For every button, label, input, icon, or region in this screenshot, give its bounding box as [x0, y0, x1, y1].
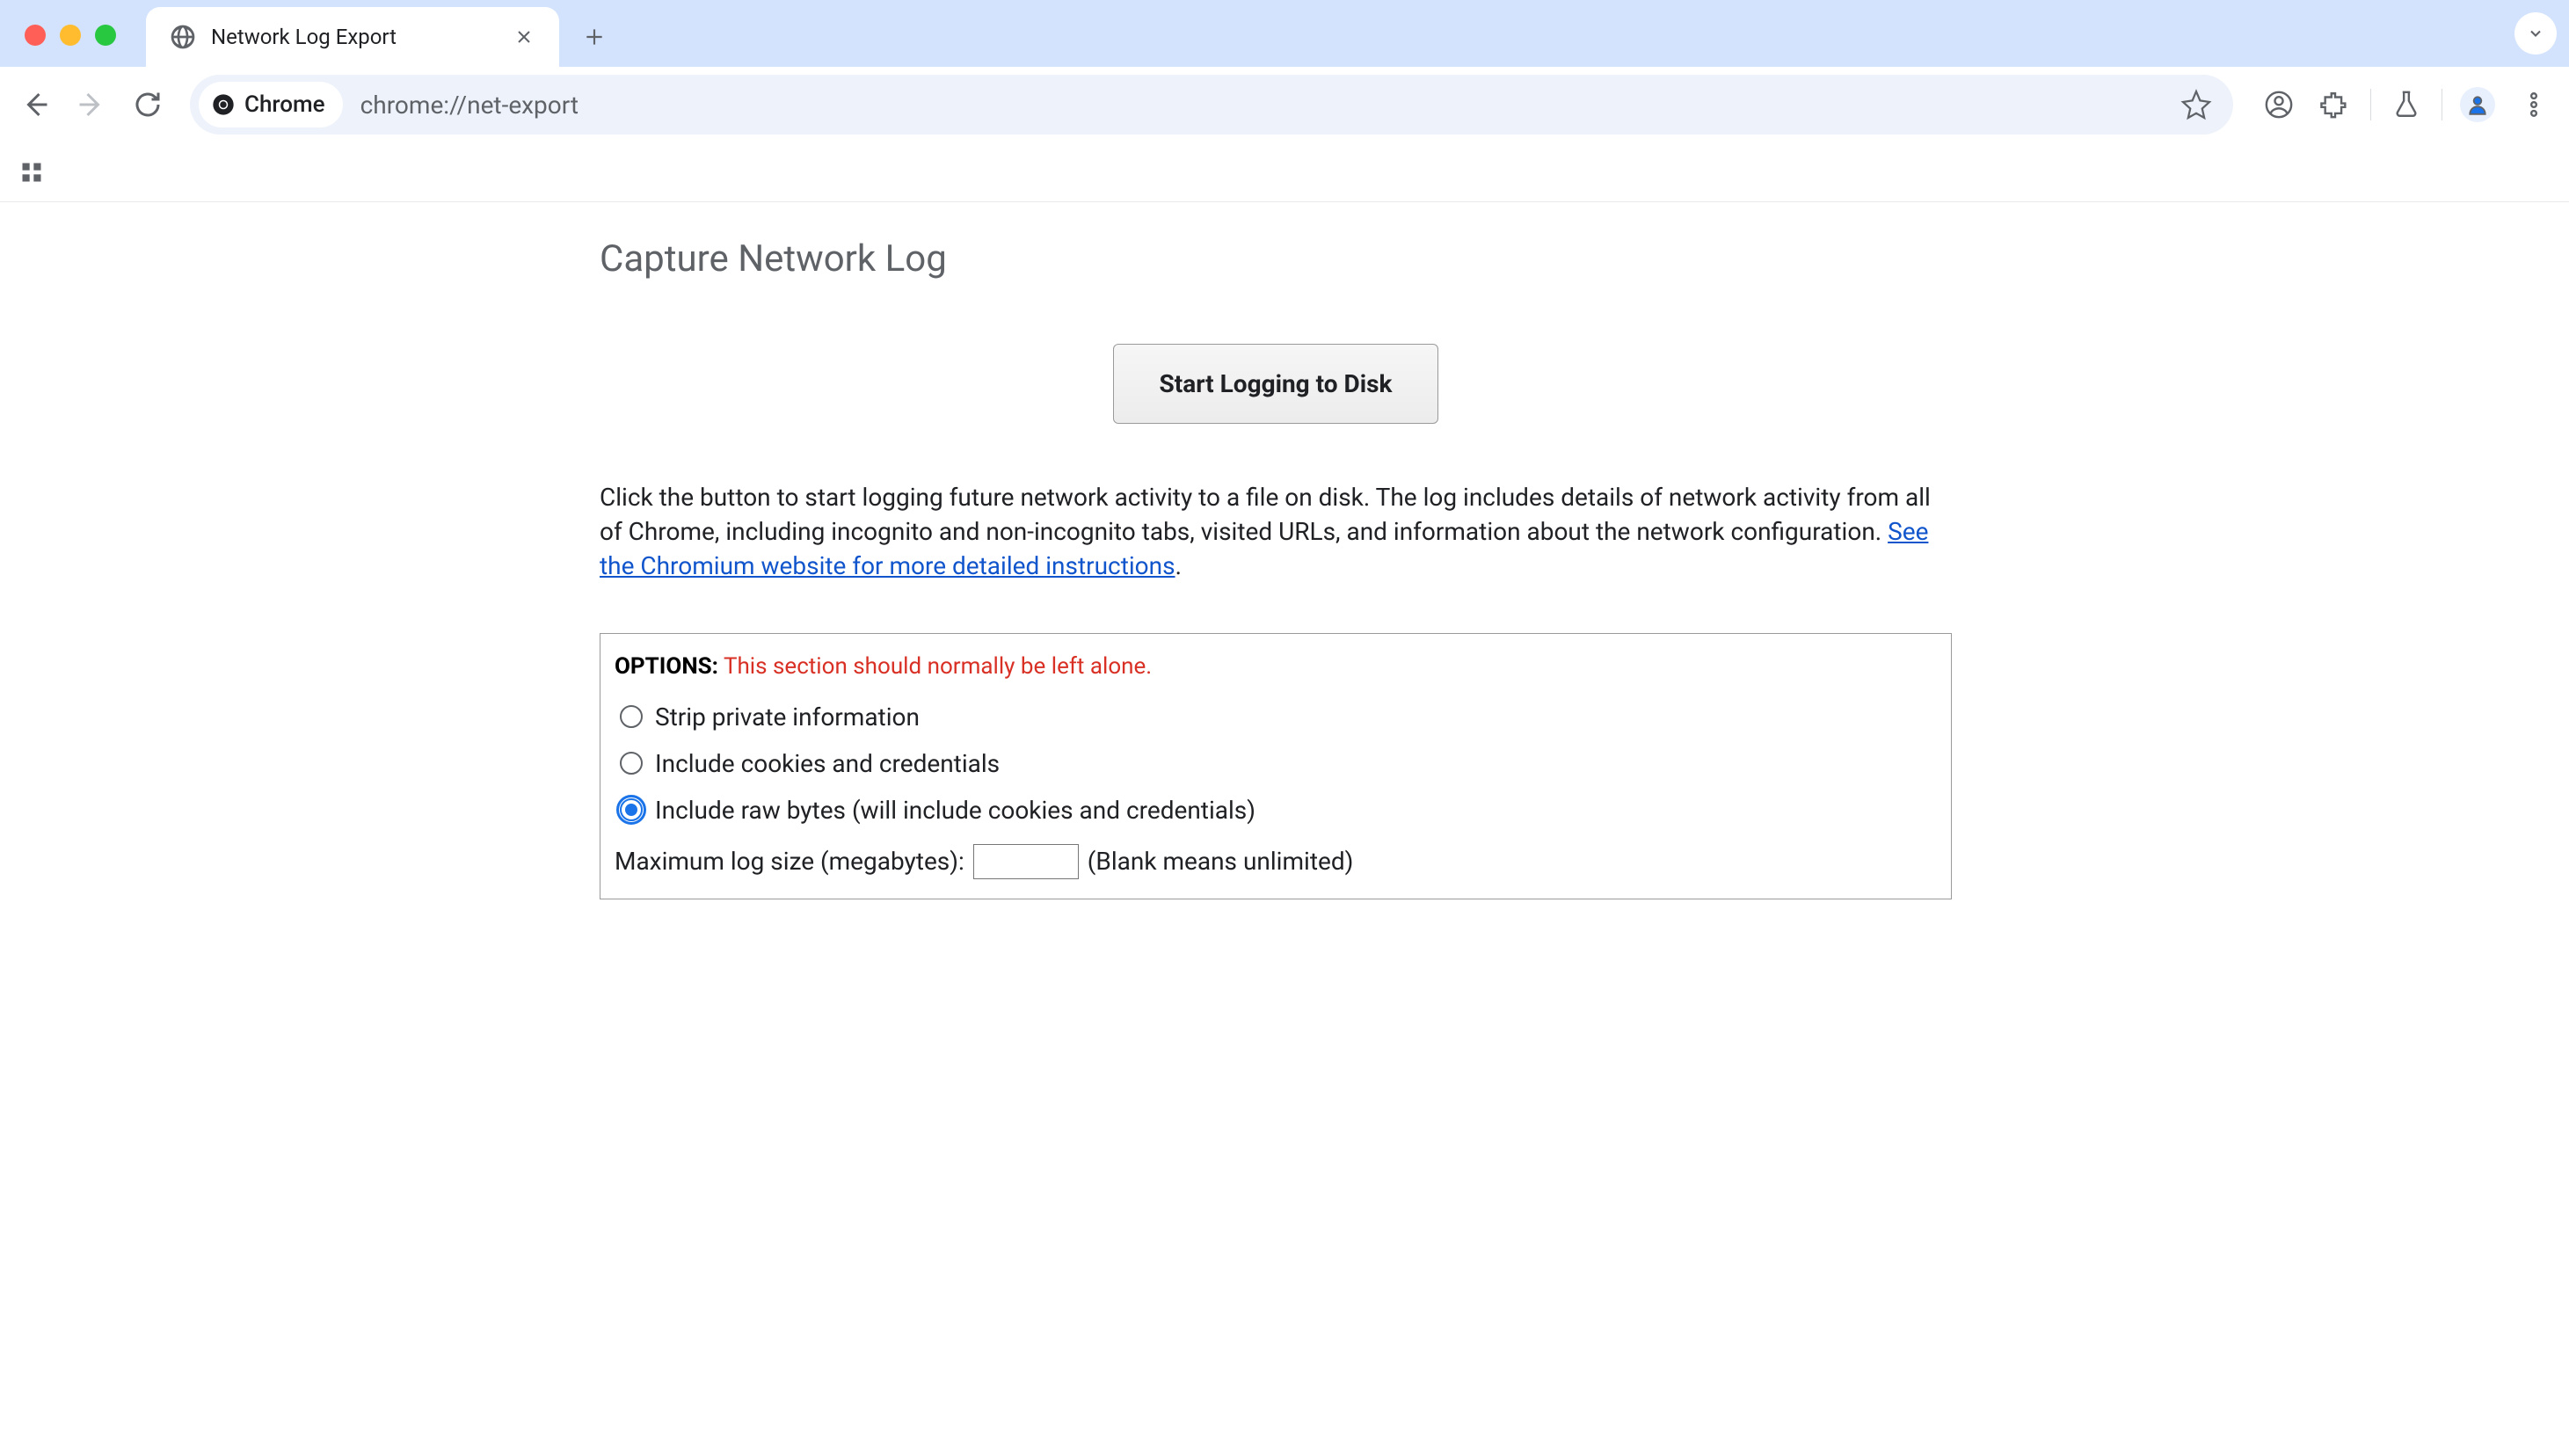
profile-button[interactable]	[2453, 80, 2502, 129]
tab-title: Network Log Export	[211, 25, 498, 49]
window-controls	[25, 25, 116, 46]
window-close-button[interactable]	[25, 25, 46, 46]
address-bar[interactable]: Chrome chrome://net-export	[190, 75, 2233, 135]
page-title: Capture Network Log	[600, 237, 1952, 280]
tab-close-button[interactable]	[512, 25, 536, 49]
chrome-icon	[211, 92, 236, 117]
max-log-size-row: Maximum log size (megabytes): (Blank mea…	[615, 834, 1937, 883]
site-info-label: Chrome	[244, 91, 325, 118]
forward-button[interactable]	[67, 80, 116, 129]
radio-include-cookies[interactable]: Include cookies and credentials	[615, 740, 1937, 787]
globe-icon	[169, 23, 197, 51]
extensions-button[interactable]	[2311, 80, 2360, 129]
max-log-size-hint: (Blank means unlimited)	[1088, 847, 1354, 876]
radio-strip-private[interactable]: Strip private information	[615, 694, 1937, 740]
max-log-size-input[interactable]	[973, 844, 1079, 879]
max-log-size-label: Maximum log size (megabytes):	[615, 847, 964, 876]
radio-input-include-raw-bytes[interactable]	[620, 798, 643, 821]
start-logging-button[interactable]: Start Logging to Disk	[1113, 344, 1439, 424]
radio-include-raw-bytes[interactable]: Include raw bytes (will include cookies …	[615, 787, 1937, 834]
browser-tab[interactable]: Network Log Export	[146, 7, 559, 67]
description-text: Click the button to start logging future…	[600, 480, 1952, 584]
toolbar-actions	[2254, 80, 2558, 129]
bookmark-button[interactable]	[2175, 84, 2217, 126]
reload-button[interactable]	[123, 80, 172, 129]
new-tab-button[interactable]	[570, 12, 619, 62]
back-button[interactable]	[11, 80, 60, 129]
menu-button[interactable]	[2509, 80, 2558, 129]
radio-input-strip-private[interactable]	[620, 705, 643, 728]
window-maximize-button[interactable]	[95, 25, 116, 46]
apps-button[interactable]	[11, 151, 53, 193]
bookmarks-bar	[0, 142, 2569, 202]
tab-strip: Network Log Export	[0, 0, 2569, 67]
divider	[2370, 89, 2371, 120]
window-minimize-button[interactable]	[60, 25, 81, 46]
profile-badge-icon[interactable]	[2254, 80, 2303, 129]
url-text: chrome://net-export	[360, 91, 2175, 120]
radio-input-include-cookies[interactable]	[620, 752, 643, 775]
labs-button[interactable]	[2382, 80, 2431, 129]
browser-toolbar: Chrome chrome://net-export	[0, 67, 2569, 142]
tab-search-button[interactable]	[2514, 12, 2557, 55]
options-box: OPTIONS: This section should normally be…	[600, 633, 1952, 899]
page-content: Capture Network Log Start Logging to Dis…	[0, 202, 2569, 935]
options-header: OPTIONS: This section should normally be…	[615, 653, 1937, 680]
site-info-chip[interactable]: Chrome	[199, 82, 343, 127]
